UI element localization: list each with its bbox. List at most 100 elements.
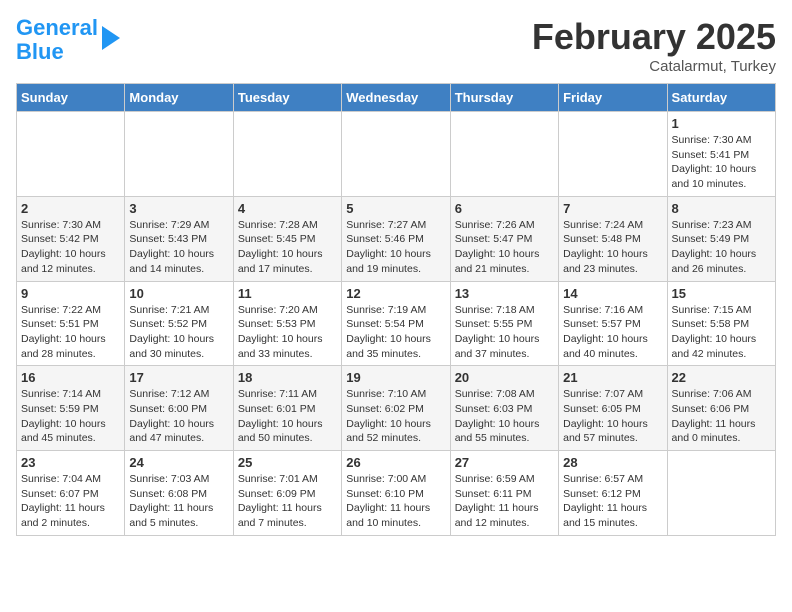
calendar-cell	[559, 112, 667, 197]
day-number: 22	[672, 370, 771, 385]
calendar-cell: 28 Sunrise: 6:57 AM Sunset: 6:12 PM Dayli…	[559, 451, 667, 536]
day-number: 5	[346, 201, 445, 216]
logo-arrow-icon	[102, 26, 120, 50]
calendar-cell: 3 Sunrise: 7:29 AM Sunset: 5:43 PM Daylig…	[125, 196, 233, 281]
week-row-5: 23 Sunrise: 7:04 AM Sunset: 6:07 PM Dayli…	[17, 451, 776, 536]
calendar-cell: 5 Sunrise: 7:27 AM Sunset: 5:46 PM Daylig…	[342, 196, 450, 281]
day-info: Sunrise: 7:26 AM Sunset: 5:47 PM Dayligh…	[455, 218, 554, 277]
calendar-cell: 7 Sunrise: 7:24 AM Sunset: 5:48 PM Daylig…	[559, 196, 667, 281]
day-info: Sunrise: 6:59 AM Sunset: 6:11 PM Dayligh…	[455, 472, 554, 531]
week-row-1: 1 Sunrise: 7:30 AM Sunset: 5:41 PM Daylig…	[17, 112, 776, 197]
calendar-cell	[667, 451, 775, 536]
location-subtitle: Catalarmut, Turkey	[532, 58, 776, 75]
day-number: 27	[455, 455, 554, 470]
calendar-table: SundayMondayTuesdayWednesdayThursdayFrid…	[16, 83, 776, 536]
day-number: 14	[563, 286, 662, 301]
day-number: 20	[455, 370, 554, 385]
day-header-wednesday: Wednesday	[342, 84, 450, 112]
calendar-cell: 1 Sunrise: 7:30 AM Sunset: 5:41 PM Daylig…	[667, 112, 775, 197]
day-info: Sunrise: 7:00 AM Sunset: 6:10 PM Dayligh…	[346, 472, 445, 531]
calendar-cell: 11 Sunrise: 7:20 AM Sunset: 5:53 PM Dayli…	[233, 281, 341, 366]
day-number: 1	[672, 116, 771, 131]
calendar-cell: 27 Sunrise: 6:59 AM Sunset: 6:11 PM Dayli…	[450, 451, 558, 536]
calendar-cell: 13 Sunrise: 7:18 AM Sunset: 5:55 PM Dayli…	[450, 281, 558, 366]
calendar-cell: 22 Sunrise: 7:06 AM Sunset: 6:06 PM Dayli…	[667, 366, 775, 451]
day-info: Sunrise: 7:30 AM Sunset: 5:42 PM Dayligh…	[21, 218, 120, 277]
day-header-monday: Monday	[125, 84, 233, 112]
day-number: 16	[21, 370, 120, 385]
week-row-3: 9 Sunrise: 7:22 AM Sunset: 5:51 PM Daylig…	[17, 281, 776, 366]
day-info: Sunrise: 7:06 AM Sunset: 6:06 PM Dayligh…	[672, 387, 771, 446]
day-info: Sunrise: 7:07 AM Sunset: 6:05 PM Dayligh…	[563, 387, 662, 446]
day-info: Sunrise: 7:27 AM Sunset: 5:46 PM Dayligh…	[346, 218, 445, 277]
day-info: Sunrise: 7:21 AM Sunset: 5:52 PM Dayligh…	[129, 303, 228, 362]
day-header-friday: Friday	[559, 84, 667, 112]
calendar-cell: 17 Sunrise: 7:12 AM Sunset: 6:00 PM Dayli…	[125, 366, 233, 451]
day-number: 26	[346, 455, 445, 470]
calendar-cell: 18 Sunrise: 7:11 AM Sunset: 6:01 PM Dayli…	[233, 366, 341, 451]
calendar-cell	[342, 112, 450, 197]
day-number: 8	[672, 201, 771, 216]
day-number: 6	[455, 201, 554, 216]
day-header-tuesday: Tuesday	[233, 84, 341, 112]
header-row: SundayMondayTuesdayWednesdayThursdayFrid…	[17, 84, 776, 112]
day-number: 19	[346, 370, 445, 385]
calendar-cell: 21 Sunrise: 7:07 AM Sunset: 6:05 PM Dayli…	[559, 366, 667, 451]
calendar-cell: 26 Sunrise: 7:00 AM Sunset: 6:10 PM Dayli…	[342, 451, 450, 536]
calendar-cell: 4 Sunrise: 7:28 AM Sunset: 5:45 PM Daylig…	[233, 196, 341, 281]
calendar-cell: 12 Sunrise: 7:19 AM Sunset: 5:54 PM Dayli…	[342, 281, 450, 366]
day-number: 25	[238, 455, 337, 470]
calendar-cell: 9 Sunrise: 7:22 AM Sunset: 5:51 PM Daylig…	[17, 281, 125, 366]
calendar-cell: 19 Sunrise: 7:10 AM Sunset: 6:02 PM Dayli…	[342, 366, 450, 451]
day-info: Sunrise: 7:20 AM Sunset: 5:53 PM Dayligh…	[238, 303, 337, 362]
day-number: 11	[238, 286, 337, 301]
day-number: 17	[129, 370, 228, 385]
day-info: Sunrise: 7:10 AM Sunset: 6:02 PM Dayligh…	[346, 387, 445, 446]
day-info: Sunrise: 7:19 AM Sunset: 5:54 PM Dayligh…	[346, 303, 445, 362]
title-section: February 2025 Catalarmut, Turkey	[532, 16, 776, 75]
calendar-cell: 15Sunrise: 7:15 AM Sunset: 5:58 PM Dayli…	[667, 281, 775, 366]
day-number: 2	[21, 201, 120, 216]
day-number: 15	[672, 286, 771, 301]
week-row-2: 2 Sunrise: 7:30 AM Sunset: 5:42 PM Daylig…	[17, 196, 776, 281]
page-header: GeneralBlue February 2025 Catalarmut, Tu…	[16, 16, 776, 75]
calendar-cell: 16 Sunrise: 7:14 AM Sunset: 5:59 PM Dayli…	[17, 366, 125, 451]
day-info: Sunrise: 7:22 AM Sunset: 5:51 PM Dayligh…	[21, 303, 120, 362]
day-info: Sunrise: 7:30 AM Sunset: 5:41 PM Dayligh…	[672, 133, 771, 192]
day-number: 18	[238, 370, 337, 385]
day-header-sunday: Sunday	[17, 84, 125, 112]
calendar-cell: 14Sunrise: 7:16 AM Sunset: 5:57 PM Dayli…	[559, 281, 667, 366]
calendar-cell	[233, 112, 341, 197]
day-number: 9	[21, 286, 120, 301]
day-info: Sunrise: 7:18 AM Sunset: 5:55 PM Dayligh…	[455, 303, 554, 362]
day-info: Sunrise: 7:29 AM Sunset: 5:43 PM Dayligh…	[129, 218, 228, 277]
day-info: Sunrise: 6:57 AM Sunset: 6:12 PM Dayligh…	[563, 472, 662, 531]
calendar-cell: 10Sunrise: 7:21 AM Sunset: 5:52 PM Dayli…	[125, 281, 233, 366]
day-number: 21	[563, 370, 662, 385]
calendar-cell	[450, 112, 558, 197]
day-number: 3	[129, 201, 228, 216]
day-header-saturday: Saturday	[667, 84, 775, 112]
day-number: 7	[563, 201, 662, 216]
day-info: Sunrise: 7:12 AM Sunset: 6:00 PM Dayligh…	[129, 387, 228, 446]
day-info: Sunrise: 7:28 AM Sunset: 5:45 PM Dayligh…	[238, 218, 337, 277]
logo-text: GeneralBlue	[16, 16, 98, 64]
day-number: 13	[455, 286, 554, 301]
day-info: Sunrise: 7:11 AM Sunset: 6:01 PM Dayligh…	[238, 387, 337, 446]
day-number: 12	[346, 286, 445, 301]
day-number: 24	[129, 455, 228, 470]
day-info: Sunrise: 7:01 AM Sunset: 6:09 PM Dayligh…	[238, 472, 337, 531]
day-number: 23	[21, 455, 120, 470]
calendar-cell: 24 Sunrise: 7:03 AM Sunset: 6:08 PM Dayli…	[125, 451, 233, 536]
day-info: Sunrise: 7:08 AM Sunset: 6:03 PM Dayligh…	[455, 387, 554, 446]
calendar-cell: 25 Sunrise: 7:01 AM Sunset: 6:09 PM Dayli…	[233, 451, 341, 536]
day-number: 28	[563, 455, 662, 470]
calendar-cell	[17, 112, 125, 197]
day-info: Sunrise: 7:03 AM Sunset: 6:08 PM Dayligh…	[129, 472, 228, 531]
day-info: Sunrise: 7:04 AM Sunset: 6:07 PM Dayligh…	[21, 472, 120, 531]
month-title: February 2025	[532, 16, 776, 58]
day-info: Sunrise: 7:24 AM Sunset: 5:48 PM Dayligh…	[563, 218, 662, 277]
week-row-4: 16 Sunrise: 7:14 AM Sunset: 5:59 PM Dayli…	[17, 366, 776, 451]
day-info: Sunrise: 7:14 AM Sunset: 5:59 PM Dayligh…	[21, 387, 120, 446]
day-number: 4	[238, 201, 337, 216]
